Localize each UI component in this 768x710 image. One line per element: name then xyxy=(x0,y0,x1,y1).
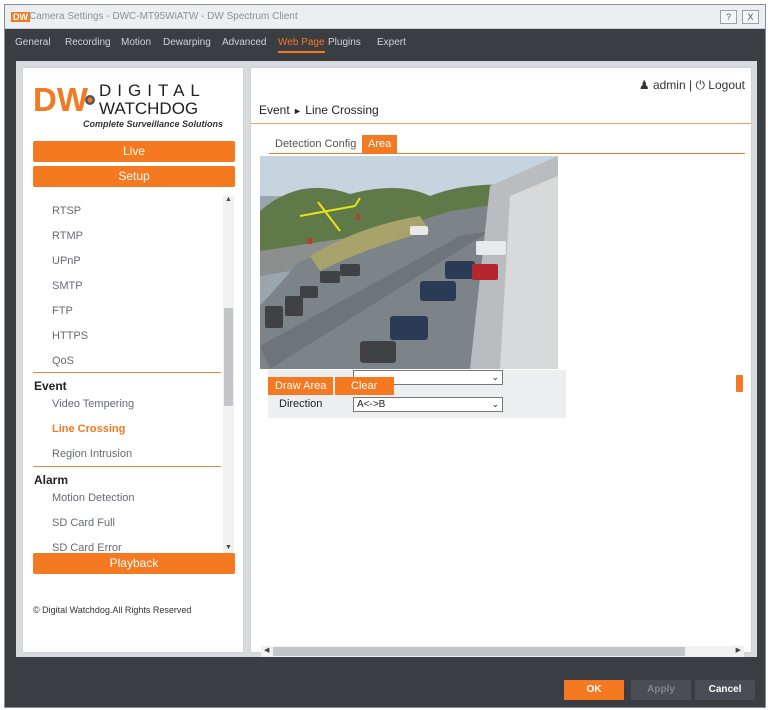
menu-item-rtsp[interactable]: RTSP xyxy=(52,205,81,217)
tab-dewarping[interactable]: Dewarping xyxy=(163,37,211,48)
tab-expert[interactable]: Expert xyxy=(377,37,406,48)
direction-select[interactable]: A<->B ⌄ xyxy=(353,397,503,412)
camera-settings-window: DW Camera Settings - DWC-MT95WiATW - DW … xyxy=(4,4,766,708)
tab-recording[interactable]: Recording xyxy=(65,37,111,48)
username: admin xyxy=(652,78,686,92)
breadcrumb-arrow-icon: ► xyxy=(293,106,302,116)
horizontal-scroll-thumb[interactable] xyxy=(273,647,685,656)
breadcrumb-current: Line Crossing xyxy=(305,103,379,117)
horizontal-scrollbar[interactable]: ◀ ▶ xyxy=(261,646,744,657)
menu-item-https[interactable]: HTTPS xyxy=(52,330,88,342)
svg-text:DW: DW xyxy=(33,81,89,118)
chevron-down-icon: ⌄ xyxy=(491,399,499,409)
help-button[interactable]: ? xyxy=(720,10,737,24)
tab-plugins[interactable]: Plugins xyxy=(328,37,361,48)
point-a-label: A xyxy=(355,213,361,222)
app-logo: DW xyxy=(11,12,30,22)
brand-tagline: Complete Surveillance Solutions xyxy=(83,119,223,129)
cancel-button[interactable]: Cancel xyxy=(695,680,755,700)
menu-item-line-crossing[interactable]: Line Crossing xyxy=(52,423,125,435)
clear-button[interactable]: Clear xyxy=(335,377,394,395)
menu-divider xyxy=(33,466,221,467)
tab-detection-config[interactable]: Detection Config xyxy=(275,135,356,153)
draw-area-button[interactable]: Draw Area xyxy=(268,377,334,395)
scroll-down-arrow-icon[interactable]: ▼ xyxy=(223,544,234,551)
menu-scroll-thumb[interactable] xyxy=(224,308,233,406)
setup-button[interactable]: Setup xyxy=(33,166,235,187)
menu-item-sd-card-full[interactable]: SD Card Full xyxy=(52,517,115,529)
breadcrumb-parent: Event xyxy=(259,103,290,117)
menu-item-upnp[interactable]: UPnP xyxy=(52,255,81,267)
apply-button[interactable]: Apply xyxy=(631,680,691,700)
tab-advanced[interactable]: Advanced xyxy=(222,37,266,48)
settings-tabs: General Recording Motion Dewarping Advan… xyxy=(5,29,765,57)
camera-preview[interactable]: B A xyxy=(260,156,558,369)
playback-button[interactable]: Playback xyxy=(33,553,235,574)
title-bar: DW Camera Settings - DWC-MT95WiATW - DW … xyxy=(5,5,765,29)
menu-item-ftp[interactable]: FTP xyxy=(52,305,73,317)
breadcrumb: Event ► Line Crossing xyxy=(259,103,379,117)
left-panel: DW DIGITAL WATCHDOG Complete Surveillanc… xyxy=(22,67,244,653)
setup-menu: RTSP RTMP UPnP SMTP FTP HTTPS QoS Event … xyxy=(23,196,245,554)
digital-watchdog-logo: DW DIGITAL WATCHDOG Complete Surveillanc… xyxy=(33,78,233,130)
menu-item-qos[interactable]: QoS xyxy=(52,355,74,367)
copyright-text: © Digital Watchdog.All Rights Reserved xyxy=(33,605,192,615)
menu-divider xyxy=(33,372,221,373)
area-controls: ⌄ Draw Area Clear Direction A<->B ⌄ xyxy=(268,370,566,418)
user-bar: ♟ admin | ⏻ Logout xyxy=(639,78,745,93)
logout-icon[interactable]: ⏻ xyxy=(695,78,705,92)
tab-area[interactable]: Area xyxy=(362,135,398,153)
panel-toggle-button[interactable] xyxy=(736,375,743,392)
dialog-footer: OK Apply Cancel xyxy=(5,661,765,707)
menu-item-video-tempering[interactable]: Video Tempering xyxy=(52,398,134,410)
logout-link[interactable]: Logout xyxy=(708,78,745,92)
scroll-left-arrow-icon[interactable]: ◀ xyxy=(264,646,269,654)
subtab-divider xyxy=(269,153,745,154)
ok-button[interactable]: OK xyxy=(564,680,624,700)
window-title: Camera Settings - DWC-MT95WiATW - DW Spe… xyxy=(29,11,298,22)
tab-motion[interactable]: Motion xyxy=(121,37,151,48)
menu-header-alarm: Alarm xyxy=(34,473,69,487)
tab-web-page[interactable]: Web Page xyxy=(278,37,325,53)
menu-item-region-intrusion[interactable]: Region Intrusion xyxy=(52,448,132,460)
close-button[interactable]: X xyxy=(742,10,759,24)
live-button[interactable]: Live xyxy=(33,141,235,162)
user-icon: ♟ xyxy=(638,78,650,92)
header-divider xyxy=(251,123,751,124)
direction-label: Direction xyxy=(279,398,323,410)
direction-select-value: A<->B xyxy=(357,399,386,410)
user-separator: | xyxy=(688,78,693,92)
web-page-content: DW DIGITAL WATCHDOG Complete Surveillanc… xyxy=(16,61,757,657)
scroll-right-arrow-icon[interactable]: ▶ xyxy=(736,646,741,654)
brand-name-bottom: WATCHDOG xyxy=(99,99,198,118)
chevron-down-icon: ⌄ xyxy=(491,372,499,382)
menu-item-smtp[interactable]: SMTP xyxy=(52,280,83,292)
right-panel: ♟ admin | ⏻ Logout Event ► Line Crossing… xyxy=(250,67,752,657)
scroll-up-arrow-icon[interactable]: ▲ xyxy=(223,196,234,203)
menu-item-rtmp[interactable]: RTMP xyxy=(52,230,83,242)
menu-header-event: Event xyxy=(34,379,67,393)
tab-general[interactable]: General xyxy=(15,37,51,48)
point-b-label: B xyxy=(307,237,313,246)
menu-item-motion-detection[interactable]: Motion Detection xyxy=(52,492,135,504)
brand-name-top: DIGITAL xyxy=(99,81,206,100)
menu-scrollbar[interactable]: ▲ ▼ xyxy=(223,196,234,554)
